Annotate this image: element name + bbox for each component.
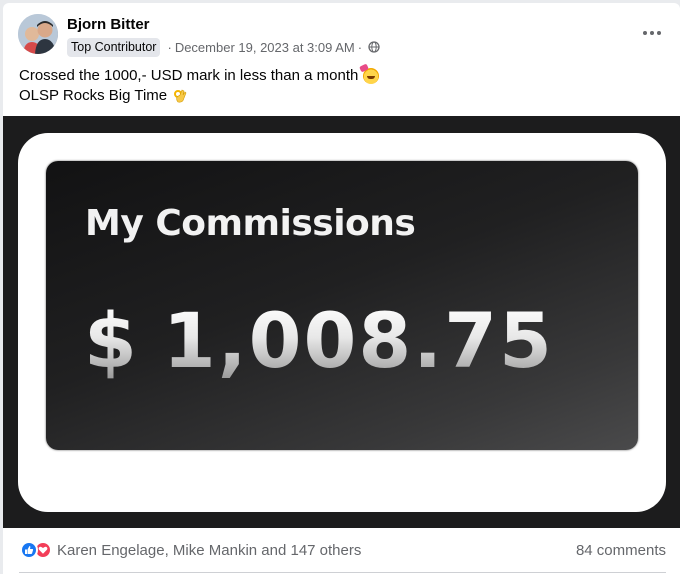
post-header: Bjorn Bitter Top Contributor · December …	[3, 3, 680, 63]
top-contributor-badge[interactable]: Top Contributor	[67, 37, 161, 57]
like-icon	[20, 541, 38, 559]
author-name[interactable]: Bjorn Bitter	[67, 16, 150, 33]
post-text: Crossed the 1000,- USD mark in less than…	[19, 66, 380, 106]
post-image[interactable]: My Commissions $1,008.75	[3, 116, 680, 528]
post-text-line1: Crossed the 1000,- USD mark in less than…	[19, 67, 359, 84]
meta-separator: ·	[167, 39, 172, 55]
post-text-line: Crossed the 1000,- USD mark in less than…	[19, 66, 380, 86]
more-options-icon[interactable]	[638, 21, 666, 45]
comments-count[interactable]: 84 comments	[576, 542, 666, 559]
ok-hand-emoji-icon	[172, 88, 188, 104]
footer-divider	[19, 572, 666, 573]
post-text-line2: OLSP Rocks Big Time	[19, 87, 168, 104]
meta-separator: ·	[357, 39, 363, 55]
post-meta: Top Contributor · December 19, 2023 at 3…	[67, 37, 380, 57]
commissions-card: My Commissions $1,008.75	[46, 161, 638, 450]
currency-symbol: $	[84, 296, 139, 385]
reactors-text[interactable]: Karen Engelage, Mike Mankin and 147 othe…	[57, 542, 361, 559]
author-avatar[interactable]	[18, 14, 58, 54]
avatar-photo-icon	[18, 14, 58, 54]
globe-icon	[368, 41, 380, 53]
reactions-summary[interactable]: Karen Engelage, Mike Mankin and 147 othe…	[20, 541, 361, 559]
partying-face-emoji-icon	[363, 68, 380, 84]
post-text-line: OLSP Rocks Big Time	[19, 86, 379, 106]
amount-value: 1,008.75	[162, 296, 554, 385]
feed-post: Bjorn Bitter Top Contributor · December …	[3, 3, 680, 574]
commissions-amount: $1,008.75	[84, 303, 554, 379]
post-footer: Karen Engelage, Mike Mankin and 147 othe…	[3, 528, 680, 574]
image-frame: My Commissions $1,008.75	[18, 133, 666, 512]
post-timestamp[interactable]: December 19, 2023 at 3:09 AM	[175, 40, 355, 55]
commissions-title: My Commissions	[85, 203, 416, 244]
